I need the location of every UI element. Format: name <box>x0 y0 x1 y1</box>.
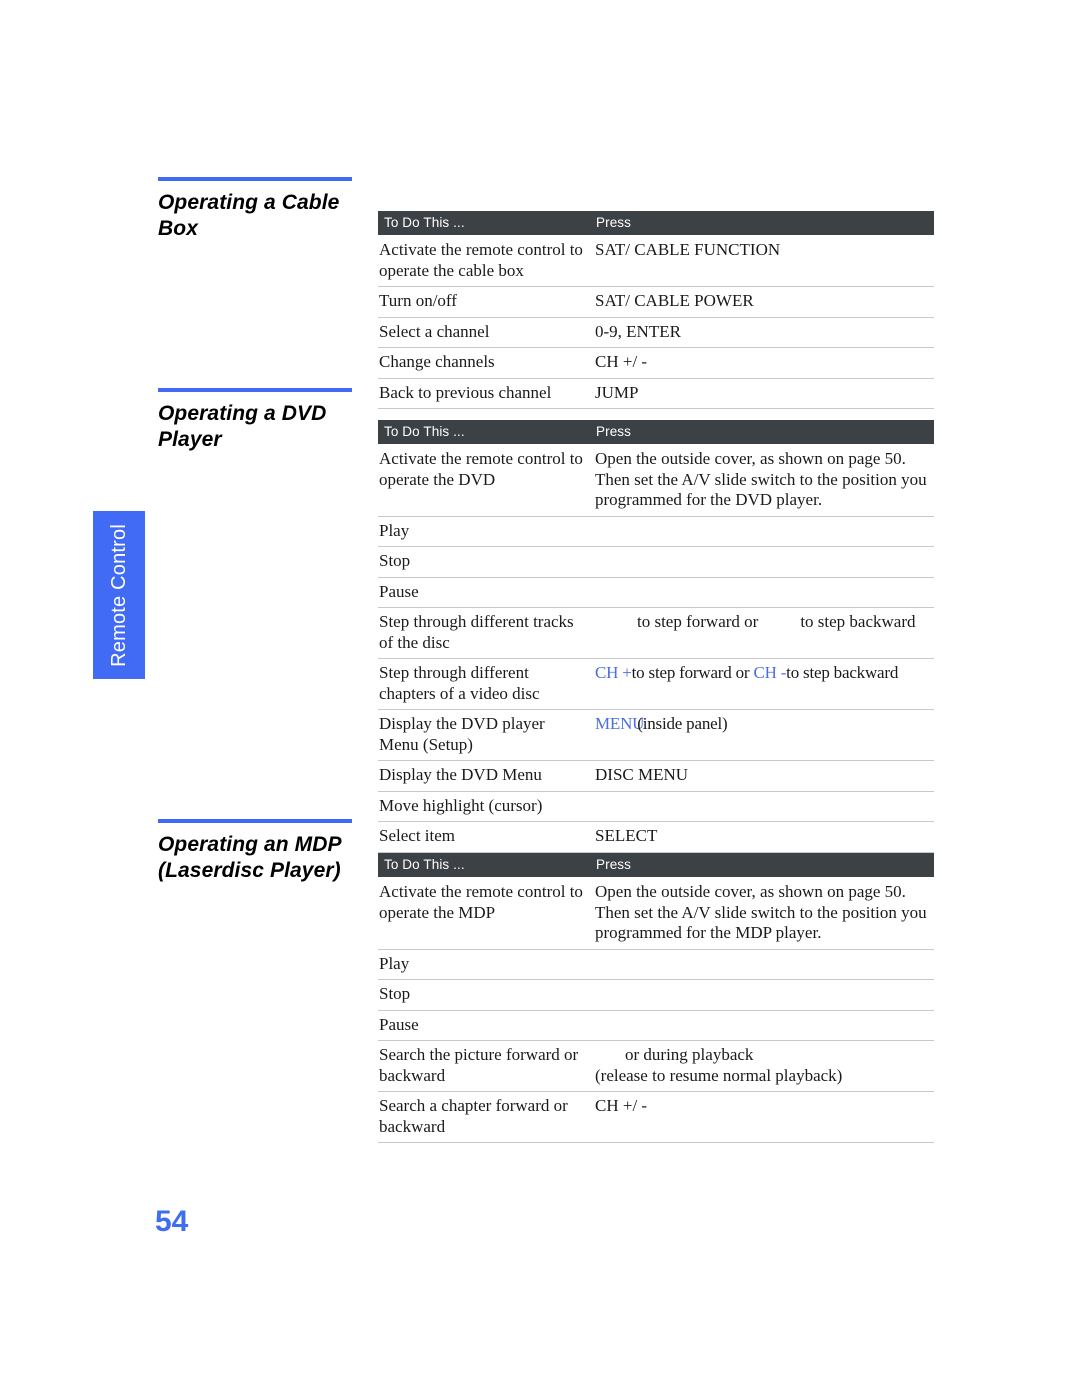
heading-accent-rule <box>158 819 352 823</box>
cell-action: Activate the remote control to operate t… <box>378 235 590 287</box>
press-text-forward: to step forward or <box>631 663 754 682</box>
cell-press: MENU(inside panel) <box>590 709 934 761</box>
cell-press-pause-icon <box>590 1010 934 1041</box>
table-row: Activate the remote control to operate t… <box>378 235 934 287</box>
press-key-ch-minus: CH - <box>753 663 787 682</box>
cell-action: Play <box>378 516 590 547</box>
cell-press: CH +/ - <box>590 1091 934 1143</box>
table-row: Pause <box>378 577 934 608</box>
section-heading-dvd-player: Operating a DVD Player <box>158 388 354 453</box>
cell-action: Turn on/off <box>378 286 590 318</box>
cell-action: Play <box>378 949 590 980</box>
table-row: Activate the remote control to operate t… <box>378 877 934 950</box>
manual-page: Remote Control Operating a Cable Box To … <box>0 0 1080 1397</box>
cell-action: Pause <box>378 1010 590 1041</box>
cell-action: Activate the remote control to operate t… <box>378 444 590 517</box>
press-text-backward: to step backward <box>786 663 899 682</box>
cell-action: Display the DVD player Menu (Setup) <box>378 709 590 761</box>
cell-action: Change channels <box>378 347 590 379</box>
table-row: Step through different chapters of a vid… <box>378 658 934 710</box>
table-row: Search a chapter forward or backward CH … <box>378 1091 934 1143</box>
table-row: Select a channel 0-9, ENTER <box>378 317 934 348</box>
column-header-to-do-this: To Do This ... <box>378 420 590 444</box>
cell-action: Display the DVD Menu <box>378 760 590 792</box>
table-row: Pause <box>378 1010 934 1041</box>
cell-action: Activate the remote control to operate t… <box>378 877 590 950</box>
cell-action: Select item <box>378 821 590 853</box>
table-row: Activate the remote control to operate t… <box>378 444 934 517</box>
table-dvd-player: To Do This ... Press Activate the remote… <box>378 420 934 853</box>
cell-press: SAT/ CABLE FUNCTION <box>590 235 934 287</box>
table-row: Step through different tracks of the dis… <box>378 607 934 659</box>
press-text-a: or during playback <box>625 1045 754 1064</box>
table-header-row: To Do This ... Press <box>378 853 934 877</box>
table-row: Stop <box>378 546 934 578</box>
cell-press: JUMP <box>590 378 934 409</box>
side-tab-remote-control: Remote Control <box>93 511 145 679</box>
column-header-press: Press <box>590 420 934 444</box>
section-heading-cable-box: Operating a Cable Box <box>158 177 354 242</box>
column-header-to-do-this: To Do This ... <box>378 853 590 877</box>
cell-action: Select a channel <box>378 317 590 348</box>
cell-press: CH +/ - <box>590 347 934 379</box>
cell-press-stop-icon <box>590 979 934 1011</box>
side-tab-label: Remote Control <box>107 523 130 667</box>
cell-action: Stop <box>378 546 590 578</box>
cell-press: SELECT <box>590 821 934 853</box>
section-heading-mdp-player: Operating an MDP (Laserdisc Player) <box>158 819 354 884</box>
heading-text: Operating a Cable Box <box>158 191 340 240</box>
press-text-inside-panel: (inside panel) <box>637 714 728 733</box>
cell-press: DISC MENU <box>590 760 934 792</box>
cell-press-play-icon <box>590 516 934 547</box>
table-row: Select item SELECT <box>378 821 934 853</box>
heading-accent-rule <box>158 388 352 392</box>
table-cable-box: To Do This ... Press Activate the remote… <box>378 211 934 409</box>
table-row: Display the DVD player Menu (Setup) MENU… <box>378 709 934 761</box>
press-text-b: (release to resume normal playback) <box>595 1065 843 1085</box>
table-row: Play <box>378 949 934 980</box>
table-mdp-player: To Do This ... Press Activate the remote… <box>378 853 934 1143</box>
heading-accent-rule <box>158 177 352 181</box>
press-key-ch-plus: CH + <box>595 663 632 682</box>
table-header-row: To Do This ... Press <box>378 420 934 444</box>
table-row: Move highlight (cursor) <box>378 791 934 822</box>
cell-press-pause-icon <box>590 577 934 608</box>
table-row: Back to previous channel JUMP <box>378 378 934 409</box>
cell-action: Step through different tracks of the dis… <box>378 607 590 659</box>
cell-action: Stop <box>378 979 590 1011</box>
column-header-press: Press <box>590 211 934 235</box>
cell-press: to step forward or to step backward <box>590 607 934 659</box>
cell-press-play-icon <box>590 949 934 980</box>
table-header-row: To Do This ... Press <box>378 211 934 235</box>
table-row: Play <box>378 516 934 547</box>
cell-action: Back to previous channel <box>378 378 590 409</box>
press-text-b: to step backward <box>800 612 916 631</box>
cell-press: 0-9, ENTER <box>590 317 934 348</box>
cell-action: Move highlight (cursor) <box>378 791 590 822</box>
cell-press: SAT/ CABLE POWER <box>590 286 934 318</box>
table-row: Display the DVD Menu DISC MENU <box>378 760 934 792</box>
press-text-a: to step forward or <box>637 612 759 631</box>
cell-action: Pause <box>378 577 590 608</box>
cell-action: Search a chapter forward or backward <box>378 1091 590 1143</box>
table-row: Change channels CH +/ - <box>378 347 934 379</box>
column-header-to-do-this: To Do This ... <box>378 211 590 235</box>
cell-press-stop-icon <box>590 546 934 578</box>
page-number: 54 <box>155 1205 189 1238</box>
cell-press: or during playback (release to resume nor… <box>590 1040 934 1092</box>
heading-text: Operating an MDP (Laserdisc Player) <box>158 833 341 882</box>
cell-press: Open the outside cover, as shown on page… <box>590 444 934 517</box>
table-row: Stop <box>378 979 934 1011</box>
table-row: Search the picture forward or backward o… <box>378 1040 934 1092</box>
column-header-press: Press <box>590 853 934 877</box>
table-row: Turn on/off SAT/ CABLE POWER <box>378 286 934 318</box>
cell-press: Open the outside cover, as shown on page… <box>590 877 934 950</box>
cell-press-cursor-icon <box>590 791 934 822</box>
cell-action: Step through different chapters of a vid… <box>378 658 590 710</box>
cell-action: Search the picture forward or backward <box>378 1040 590 1092</box>
heading-text: Operating a DVD Player <box>158 402 327 451</box>
cell-press: CH +to step forward or CH -to step backw… <box>590 658 934 710</box>
